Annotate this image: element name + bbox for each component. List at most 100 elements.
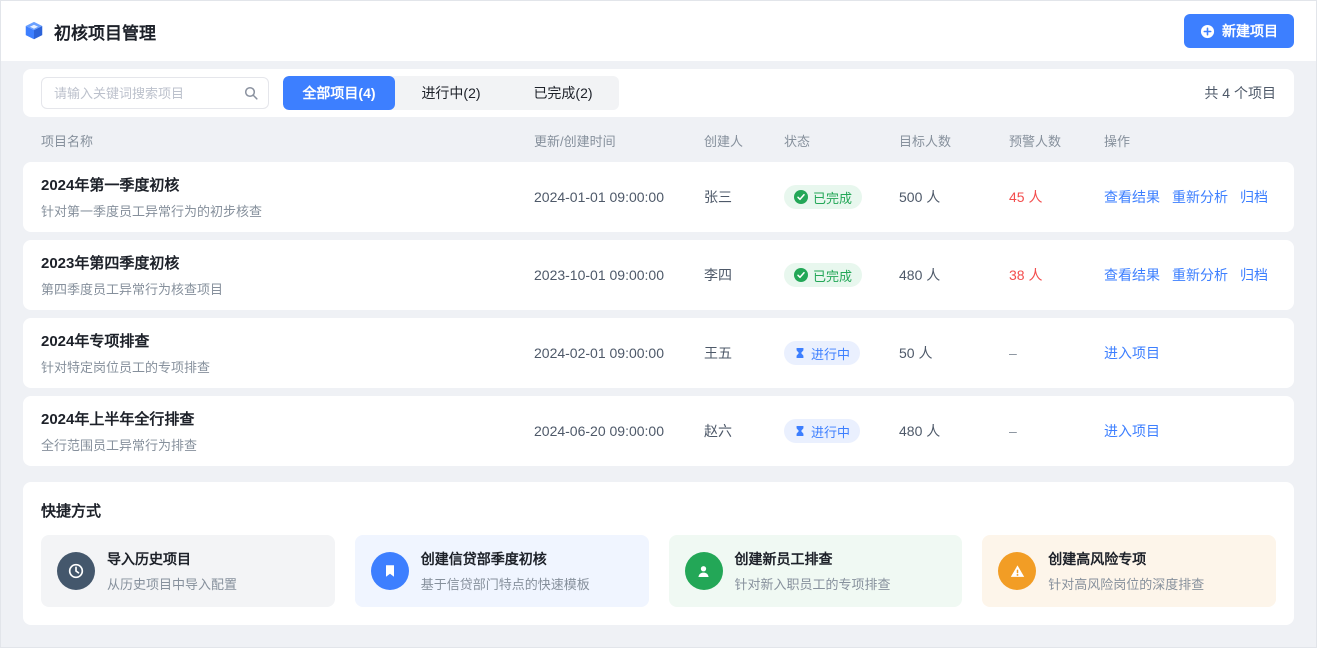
row-actions: 查看结果重新分析归档	[1104, 265, 1276, 285]
row-actions: 查看结果重新分析归档	[1104, 187, 1276, 207]
project-creator: 赵六	[704, 421, 784, 441]
project-title: 2023年第四季度初核	[41, 252, 534, 273]
new-project-button[interactable]: 新建项目	[1184, 14, 1294, 48]
plus-circle-icon	[1200, 24, 1215, 39]
shortcut-title: 导入历史项目	[107, 549, 237, 569]
shortcut-desc: 基于信贷部门特点的快速模板	[421, 574, 590, 593]
action-link[interactable]: 重新分析	[1172, 267, 1228, 283]
col-header-target: 目标人数	[899, 131, 1009, 150]
col-header-status: 状态	[784, 131, 899, 150]
action-link[interactable]: 查看结果	[1104, 189, 1160, 205]
col-header-creator: 创建人	[704, 131, 784, 150]
action-link[interactable]: 重新分析	[1172, 189, 1228, 205]
status-label: 进行中	[811, 344, 850, 363]
tab-all-projects[interactable]: 全部项目(4)	[283, 76, 395, 110]
status-label: 进行中	[811, 422, 850, 441]
table-header: 项目名称 更新/创建时间 创建人 状态 目标人数 预警人数 操作	[23, 117, 1294, 162]
table-row: 2023年第四季度初核第四季度员工异常行为核查项目2023-10-01 09:0…	[23, 240, 1294, 310]
project-name-cell: 2023年第四季度初核第四季度员工异常行为核查项目	[41, 252, 534, 298]
project-time: 2023-10-01 09:00:00	[534, 267, 704, 283]
tab-in-progress[interactable]: 进行中(2)	[395, 76, 507, 110]
target-count: 50 人	[899, 343, 1009, 363]
warning-count: –	[1009, 423, 1104, 439]
target-count: 480 人	[899, 265, 1009, 285]
check-circle-icon	[794, 190, 808, 204]
project-name-cell: 2024年专项排查针对特定岗位员工的专项排查	[41, 330, 534, 376]
project-status-cell: 进行中	[784, 419, 899, 443]
col-header-time: 更新/创建时间	[534, 131, 704, 150]
hourglass-icon	[794, 347, 806, 359]
project-creator: 王五	[704, 343, 784, 363]
app-cube-icon	[23, 20, 45, 42]
project-count-text: 共 4 个项目	[1204, 83, 1276, 103]
shortcut-desc: 针对新入职员工的专项排查	[735, 574, 891, 593]
status-label: 已完成	[813, 266, 852, 285]
filter-card: 全部项目(4) 进行中(2) 已完成(2) 共 4 个项目	[23, 69, 1294, 117]
warning-count: 38 人	[1009, 265, 1104, 285]
warning-count: 45 人	[1009, 187, 1104, 207]
search-icon	[243, 85, 259, 101]
action-link[interactable]: 归档	[1240, 267, 1268, 283]
table-row: 2024年上半年全行排查全行范围员工异常行为排查2024-06-20 09:00…	[23, 396, 1294, 466]
search-input[interactable]	[41, 77, 269, 109]
col-header-name: 项目名称	[41, 131, 534, 150]
row-actions: 进入项目	[1104, 421, 1276, 441]
action-link[interactable]: 归档	[1240, 189, 1268, 205]
project-creator: 李四	[704, 265, 784, 285]
project-title: 2024年上半年全行排查	[41, 408, 534, 429]
shortcut-title: 创建高风险专项	[1048, 549, 1204, 569]
check-circle-icon	[794, 268, 808, 282]
bookmark-icon	[371, 552, 409, 590]
warning-count: –	[1009, 345, 1104, 361]
status-badge: 进行中	[784, 419, 860, 443]
project-name-cell: 2024年上半年全行排查全行范围员工异常行为排查	[41, 408, 534, 454]
user-icon	[685, 552, 723, 590]
project-name-cell: 2024年第一季度初核针对第一季度员工异常行为的初步核查	[41, 174, 534, 220]
shortcuts-section: 快捷方式 导入历史项目 从历史项目中导入配置	[23, 482, 1294, 625]
project-description: 全行范围员工异常行为排查	[41, 435, 534, 454]
shortcuts-title: 快捷方式	[41, 500, 1276, 521]
tab-completed[interactable]: 已完成(2)	[507, 76, 619, 110]
shortcut-high-risk[interactable]: 创建高风险专项 针对高风险岗位的深度排查	[982, 535, 1276, 607]
project-tabs: 全部项目(4) 进行中(2) 已完成(2)	[283, 76, 619, 110]
hourglass-icon	[794, 425, 806, 437]
shortcut-desc: 从历史项目中导入配置	[107, 574, 237, 593]
shortcut-new-employee[interactable]: 创建新员工排查 针对新入职员工的专项排查	[669, 535, 963, 607]
project-description: 针对第一季度员工异常行为的初步核查	[41, 201, 534, 220]
shortcut-import-history[interactable]: 导入历史项目 从历史项目中导入配置	[41, 535, 335, 607]
action-link[interactable]: 查看结果	[1104, 267, 1160, 283]
table-row: 2024年专项排查针对特定岗位员工的专项排查2024-02-01 09:00:0…	[23, 318, 1294, 388]
status-label: 已完成	[813, 188, 852, 207]
col-header-actions: 操作	[1104, 131, 1276, 150]
project-status-cell: 进行中	[784, 341, 899, 365]
project-description: 针对特定岗位员工的专项排查	[41, 357, 534, 376]
action-link[interactable]: 进入项目	[1104, 423, 1160, 439]
project-time: 2024-06-20 09:00:00	[534, 423, 704, 439]
shortcut-credit-quarterly[interactable]: 创建信贷部季度初核 基于信贷部门特点的快速模板	[355, 535, 649, 607]
project-title: 2024年第一季度初核	[41, 174, 534, 195]
project-time: 2024-02-01 09:00:00	[534, 345, 704, 361]
table-row: 2024年第一季度初核针对第一季度员工异常行为的初步核查2024-01-01 0…	[23, 162, 1294, 232]
project-title: 2024年专项排查	[41, 330, 534, 351]
target-count: 500 人	[899, 187, 1009, 207]
action-link[interactable]: 进入项目	[1104, 345, 1160, 361]
project-creator: 张三	[704, 187, 784, 207]
row-actions: 进入项目	[1104, 343, 1276, 363]
project-time: 2024-01-01 09:00:00	[534, 189, 704, 205]
top-bar: 初核项目管理 新建项目	[1, 1, 1316, 61]
col-header-warning: 预警人数	[1009, 131, 1104, 150]
shortcut-title: 创建新员工排查	[735, 549, 891, 569]
new-project-label: 新建项目	[1222, 21, 1278, 41]
clock-icon	[57, 552, 95, 590]
status-badge: 已完成	[784, 263, 862, 287]
status-badge: 已完成	[784, 185, 862, 209]
target-count: 480 人	[899, 421, 1009, 441]
shortcut-title: 创建信贷部季度初核	[421, 549, 590, 569]
status-badge: 进行中	[784, 341, 860, 365]
project-status-cell: 已完成	[784, 263, 899, 287]
project-status-cell: 已完成	[784, 185, 899, 209]
warning-icon	[998, 552, 1036, 590]
shortcut-desc: 针对高风险岗位的深度排查	[1048, 574, 1204, 593]
project-description: 第四季度员工异常行为核查项目	[41, 279, 534, 298]
project-table-body: 2024年第一季度初核针对第一季度员工异常行为的初步核查2024-01-01 0…	[23, 162, 1294, 466]
